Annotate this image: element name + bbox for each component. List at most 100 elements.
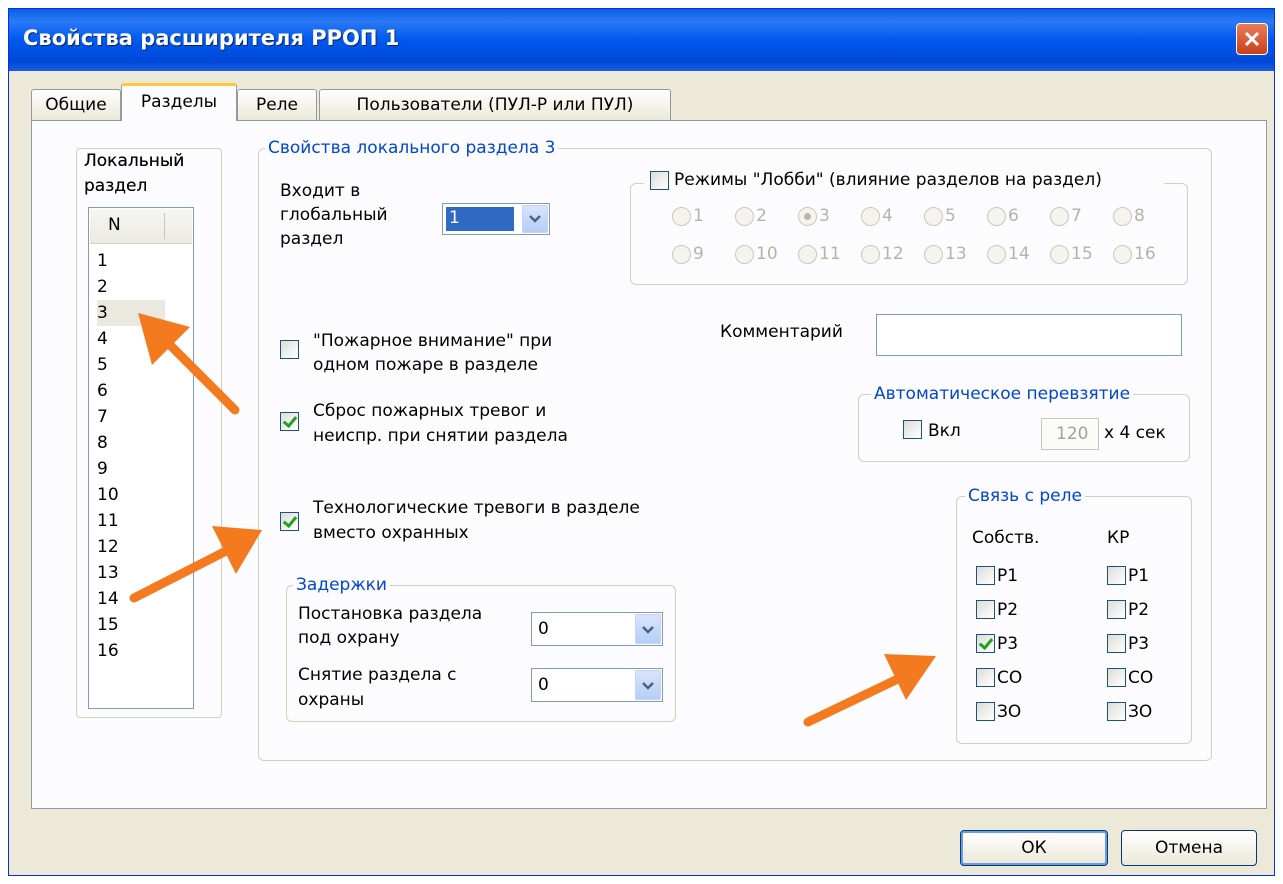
relay-own-label: Р1 — [997, 566, 1019, 586]
dropdown-button[interactable] — [635, 670, 661, 700]
disarm-delay-select[interactable]: 0 — [531, 668, 663, 702]
lobby-checkbox[interactable] — [650, 171, 669, 190]
tech-alarms-label-1: Технологические тревоги в разделе — [313, 498, 640, 518]
comment-label: Комментарий — [720, 322, 843, 342]
relay-kr-checkbox[interactable] — [1107, 600, 1126, 619]
lobby-radio-5[interactable] — [924, 207, 943, 226]
lobby-radio-8[interactable] — [1113, 207, 1132, 226]
lobby-radio-14[interactable] — [987, 245, 1006, 264]
reset-alarms-checkbox[interactable] — [280, 412, 299, 431]
relay-kr-checkbox[interactable] — [1107, 702, 1126, 721]
fire-attention-label-1: "Пожарное внимание" при — [313, 331, 553, 351]
list-item[interactable]: 10 — [97, 482, 165, 508]
lobby-radio-label: 2 — [756, 206, 767, 226]
comment-input[interactable] — [876, 314, 1182, 356]
annotation-arrow-icon — [129, 526, 262, 603]
auto-rearm-value-input[interactable]: 120 — [1041, 418, 1099, 450]
reset-alarms-label-2: неиспр. при снятии раздела — [313, 426, 568, 446]
lobby-radio-label: 3 — [819, 206, 830, 226]
lobby-radio-16[interactable] — [1113, 245, 1132, 264]
lobby-radio-label: 8 — [1134, 206, 1145, 226]
ok-button[interactable]: ОК — [960, 830, 1108, 866]
relay-own-label: Р3 — [997, 634, 1019, 654]
auto-rearm-enable-checkbox[interactable] — [903, 420, 922, 439]
chevron-down-icon — [642, 626, 654, 634]
annotation-arrow-icon — [803, 654, 936, 727]
list-item[interactable]: 2 — [97, 274, 165, 300]
lobby-radio-15[interactable] — [1050, 245, 1069, 264]
lobby-radio-label: 16 — [1134, 244, 1156, 264]
global-section-label-1: Входит в — [280, 181, 361, 201]
relay-own-header: Собств. — [972, 528, 1040, 548]
relay-kr-checkbox[interactable] — [1107, 566, 1126, 585]
lobby-radio-label: 11 — [819, 244, 841, 264]
lobby-radio-label: 4 — [882, 206, 893, 226]
relay-kr-checkbox[interactable] — [1107, 668, 1126, 687]
auto-rearm-enable-label: Вкл — [928, 421, 961, 441]
tech-alarms-checkbox[interactable] — [280, 512, 299, 531]
dropdown-button[interactable] — [635, 614, 661, 644]
relay-kr-label: Р3 — [1128, 634, 1150, 654]
lobby-radio-label: 10 — [756, 244, 778, 264]
fire-attention-checkbox[interactable] — [280, 340, 299, 359]
tech-alarms-label-2: вместо охранных — [313, 523, 469, 543]
lobby-radio-2[interactable] — [735, 207, 754, 226]
dropdown-button[interactable] — [522, 205, 548, 233]
close-icon — [1244, 31, 1260, 47]
delays-legend: Задержки — [293, 574, 390, 596]
tab-users[interactable]: Пользователи (ПУЛ-Р или ПУЛ) — [319, 89, 671, 120]
relay-own-label: Р2 — [997, 600, 1019, 620]
title-bar[interactable]: Свойства расширителя РРОП 1 — [9, 9, 1274, 71]
list-item[interactable]: 1 — [97, 248, 165, 274]
disarm-delay-value: 0 — [538, 675, 549, 695]
lobby-radio-11[interactable] — [798, 245, 817, 264]
lobby-radio-12[interactable] — [861, 245, 880, 264]
list-header[interactable]: N — [90, 209, 192, 244]
list-item[interactable]: 16 — [97, 638, 165, 664]
lobby-radio-7[interactable] — [1050, 207, 1069, 226]
lobby-radio-13[interactable] — [924, 245, 943, 264]
arm-delay-value: 0 — [538, 619, 549, 639]
tab-sections[interactable]: Разделы — [121, 83, 237, 121]
auto-rearm-unit: x 4 сек — [1104, 423, 1166, 443]
section-properties-legend: Свойства локального раздела 3 — [265, 137, 559, 159]
lobby-radio-9[interactable] — [672, 245, 691, 264]
tab-general[interactable]: Общие — [31, 89, 121, 120]
local-section-list[interactable]: N 1 2 3 4 5 6 7 8 9 10 11 12 13 14 15 16 — [88, 207, 194, 709]
relay-own-checkbox[interactable] — [976, 566, 995, 585]
lobby-radio-label: 13 — [945, 244, 967, 264]
list-item[interactable]: 9 — [97, 456, 165, 482]
relay-kr-label: Р1 — [1128, 566, 1150, 586]
local-section-title-2: раздел — [84, 176, 148, 196]
relay-kr-label: ЗО — [1128, 702, 1153, 722]
lobby-radio-label: 5 — [945, 206, 956, 226]
list-item[interactable]: 8 — [97, 430, 165, 456]
relay-kr-checkbox[interactable] — [1107, 634, 1126, 653]
relay-own-checkbox[interactable] — [976, 600, 995, 619]
fire-attention-label-2: одном пожаре в разделе — [313, 355, 539, 375]
lobby-radio-4[interactable] — [861, 207, 880, 226]
relay-own-checkbox[interactable] — [976, 702, 995, 721]
lobby-radio-3[interactable] — [798, 207, 817, 226]
list-item[interactable]: 15 — [97, 612, 165, 638]
global-section-select[interactable]: 1 — [442, 203, 550, 235]
lobby-radio-label: 15 — [1071, 244, 1093, 264]
relay-own-checkbox[interactable] — [976, 668, 995, 687]
lobby-radio-label: 12 — [882, 244, 904, 264]
cancel-button[interactable]: Отмена — [1121, 830, 1257, 866]
annotation-arrow-icon — [138, 313, 240, 415]
arm-delay-label-1: Постановка раздела — [298, 604, 483, 624]
close-button[interactable] — [1236, 23, 1268, 55]
lobby-radio-1[interactable] — [672, 207, 691, 226]
disarm-delay-label-1: Снятие раздела с — [298, 665, 457, 685]
chevron-down-icon — [642, 682, 654, 690]
tab-relays[interactable]: Реле — [237, 89, 317, 120]
lobby-radio-label: 9 — [693, 244, 704, 264]
lobby-radio-6[interactable] — [987, 207, 1006, 226]
relay-own-label: СО — [997, 668, 1023, 688]
relay-link-legend: Связь с реле — [965, 485, 1085, 507]
arm-delay-select[interactable]: 0 — [531, 612, 663, 646]
lobby-radio-10[interactable] — [735, 245, 754, 264]
disarm-delay-label-2: охраны — [298, 690, 365, 710]
relay-own-checkbox[interactable] — [976, 634, 995, 653]
